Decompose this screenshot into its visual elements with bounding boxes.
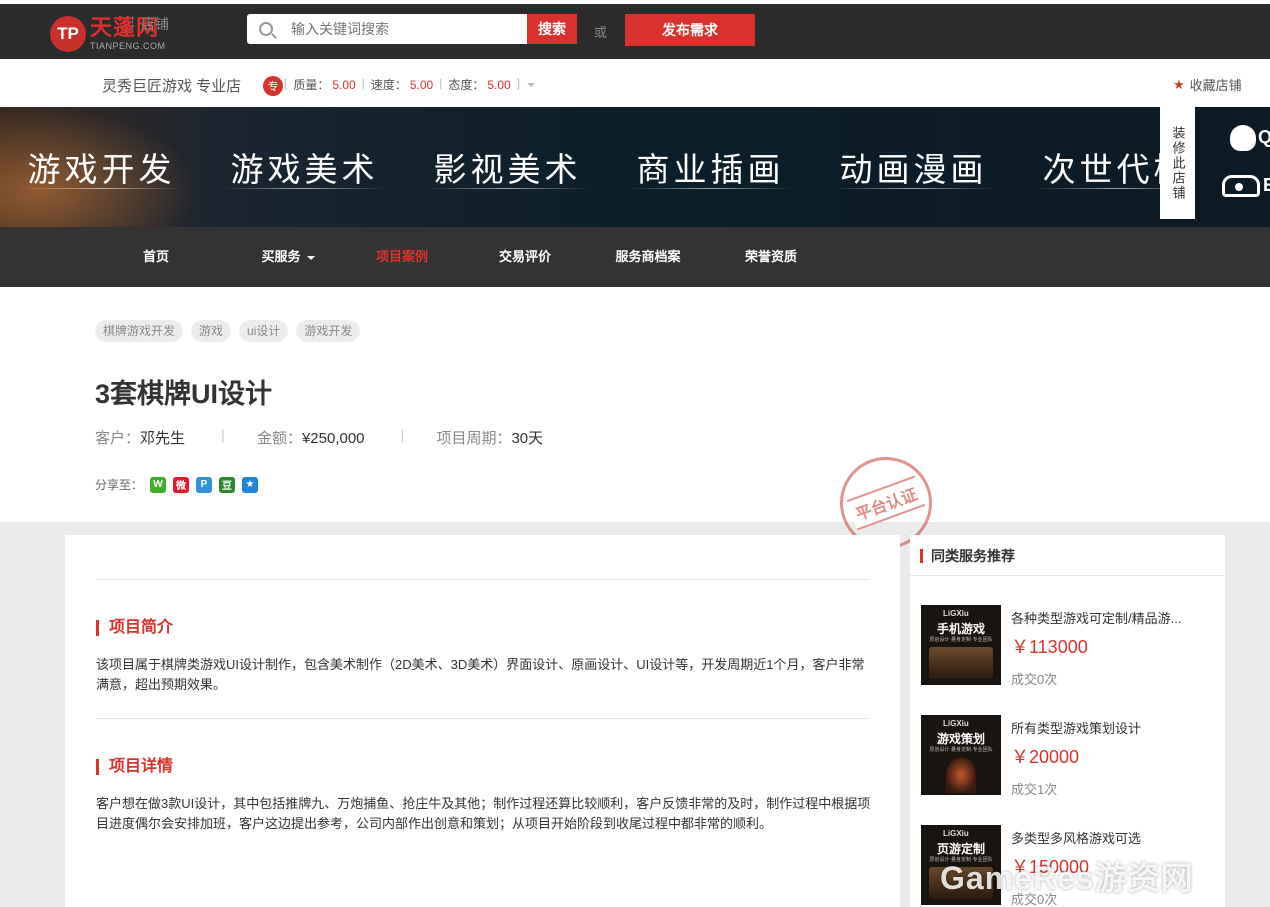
service-deals: 成交0次 bbox=[1011, 672, 1058, 687]
project-tags: 棋牌游戏开发 游戏 ui设计 游戏开发 bbox=[95, 320, 361, 342]
rating-quality: 质量： 5.00 bbox=[293, 78, 356, 92]
amount-info: 金额：¥250,000 bbox=[256, 430, 365, 447]
qq-contact[interactable]: Q bbox=[1258, 127, 1270, 148]
favorite-shop-label: 收藏店铺 bbox=[1189, 78, 1242, 93]
qzone-icon[interactable]: P bbox=[196, 476, 213, 493]
service-card[interactable]: LiGXiu 游戏策划 原创设计·量身定制·专业团队 所有类型游戏策划设计 ￥2… bbox=[921, 715, 1221, 797]
search-button[interactable]: 搜索 bbox=[527, 14, 577, 44]
shop-name[interactable]: 灵秀巨匠游戏 专业店 bbox=[102, 75, 241, 96]
tag-item[interactable]: 棋牌游戏开发 bbox=[95, 320, 184, 342]
tag-item[interactable]: 游戏开发 bbox=[296, 320, 361, 342]
shop-ratings: [ 质量： 5.00 | 速度： 5.00 | 态度： 5.00 ] bbox=[284, 76, 521, 92]
character-art bbox=[946, 757, 976, 793]
project-header: 棋牌游戏开发 游戏 ui设计 游戏开发 3套棋牌UI设计 客户：邓先生 | 金额… bbox=[0, 287, 1270, 562]
detail-title: 项目详情 bbox=[96, 759, 173, 775]
share-bar: 分享至： W 微 P 豆 ★ bbox=[95, 476, 259, 493]
decorate-shop-label: 装修此店铺 bbox=[1170, 125, 1186, 201]
or-text: 或 bbox=[594, 25, 608, 40]
qq-share-icon[interactable]: ★ bbox=[242, 476, 259, 493]
weibo-icon[interactable]: 微 bbox=[173, 476, 190, 493]
period-info: 项目周期：30天 bbox=[436, 430, 544, 447]
nav-project-cases[interactable]: 项目案例 bbox=[362, 227, 442, 287]
service-name[interactable]: 多类型多风格游戏可选 bbox=[1011, 828, 1211, 847]
project-title: 3套棋牌UI设计 bbox=[95, 379, 273, 409]
banner-item-film-art: 影视美术 bbox=[406, 107, 609, 227]
contact-panel: Q E bbox=[1200, 107, 1270, 227]
shop-banner: 游戏开发 游戏美术 影视美术 商业插画 动画漫画 次世代模 bbox=[0, 107, 1270, 227]
favorite-shop-button[interactable]: ★ 收藏店铺 bbox=[1173, 75, 1242, 94]
banner-item-game-dev: 游戏开发 bbox=[0, 107, 203, 227]
nav-honors[interactable]: 荣誉资质 bbox=[731, 227, 811, 287]
banner-item-animation: 动画漫画 bbox=[812, 107, 1015, 227]
service-name[interactable]: 所有类型游戏策划设计 bbox=[1011, 718, 1211, 737]
project-meta: 客户：邓先生 | 金额：¥250,000 | 项目周期：30天 bbox=[95, 427, 544, 447]
wechat-icon[interactable]: W bbox=[150, 476, 167, 493]
intro-title: 项目简介 bbox=[96, 620, 173, 636]
nav-provider-profile[interactable]: 服务商档案 bbox=[605, 227, 691, 287]
service-price: ￥20000 bbox=[1011, 747, 1080, 767]
pro-badge-icon: 专 bbox=[263, 76, 283, 96]
banner-item-illustration: 商业插画 bbox=[609, 107, 812, 227]
divider bbox=[96, 718, 868, 719]
similar-services-title: 同类服务推荐 bbox=[920, 549, 1015, 563]
shop-nav: 首页 买服务 项目案例 交易评价 服务商档案 荣誉资质 bbox=[0, 227, 1270, 287]
tag-item[interactable]: ui设计 bbox=[239, 320, 289, 342]
star-icon: ★ bbox=[1173, 76, 1185, 92]
douban-icon[interactable]: 豆 bbox=[219, 476, 236, 493]
service-card[interactable]: LiGXiu 手机游戏 原创设计·量身定制·专业团队 各种类型游戏可定制/精品游… bbox=[921, 605, 1221, 687]
phone-contact: E bbox=[1263, 175, 1270, 195]
service-deals: 成交1次 bbox=[1011, 782, 1058, 797]
detail-body: 客户想在做3款UI设计，其中包括推牌九、万炮捕鱼、抢庄牛及其他；制作过程还算比较… bbox=[96, 796, 871, 831]
shop-label: 店铺 bbox=[132, 16, 169, 32]
logo-icon: TP bbox=[50, 16, 86, 52]
nav-home[interactable]: 首页 bbox=[126, 227, 186, 287]
client-info: 客户：邓先生 bbox=[95, 430, 186, 447]
watermark: GameRes游资网 bbox=[940, 860, 1194, 896]
divider bbox=[96, 579, 868, 580]
nav-reviews[interactable]: 交易评价 bbox=[485, 227, 565, 287]
service-thumbnail[interactable]: LiGXiu 游戏策划 原创设计·量身定制·专业团队 bbox=[921, 715, 1001, 795]
similar-services-panel: 同类服务推荐 LiGXiu 手机游戏 原创设计·量身定制·专业团队 各种类型游戏… bbox=[910, 535, 1225, 907]
logo-domain: TIANPENG.COM bbox=[90, 41, 166, 51]
search-icon bbox=[259, 22, 273, 36]
intro-body: 该项目属于棋牌类游戏UI设计制作，包含美术制作（2D美术、3D美术）界面设计、原… bbox=[96, 657, 865, 692]
nav-buy-service[interactable]: 买服务 bbox=[248, 227, 328, 287]
publish-request-button[interactable]: 发布需求 bbox=[625, 14, 755, 46]
service-name[interactable]: 各种类型游戏可定制/精品游... bbox=[1011, 608, 1211, 627]
project-content: 项目简介 该项目属于棋牌类游戏UI设计制作，包含美术制作（2D美术、3D美术）界… bbox=[65, 535, 900, 907]
decorate-shop-button[interactable]: 装修此店铺 bbox=[1160, 107, 1195, 219]
rating-speed: 速度： 5.00 bbox=[370, 78, 434, 92]
chevron-down-icon bbox=[306, 255, 315, 260]
qq-icon[interactable] bbox=[1230, 125, 1256, 151]
tag-item[interactable]: 游戏 bbox=[191, 320, 232, 342]
ratings-dropdown-icon[interactable] bbox=[527, 83, 535, 87]
service-thumbnail[interactable]: LiGXiu 手机游戏 原创设计·量身定制·专业团队 bbox=[921, 605, 1001, 685]
banner-item-game-art: 游戏美术 bbox=[203, 107, 406, 227]
search-box[interactable] bbox=[247, 14, 527, 44]
phone-icon bbox=[1222, 175, 1260, 197]
service-price: ￥113000 bbox=[1011, 637, 1088, 657]
share-label: 分享至： bbox=[95, 478, 144, 492]
search-input[interactable] bbox=[291, 21, 511, 37]
phone-game-art bbox=[929, 647, 993, 679]
rating-attitude: 态度： 5.00 bbox=[448, 78, 511, 92]
shop-info-bar: 灵秀巨匠游戏 专业店 专 [ 质量： 5.00 | 速度： 5.00 | 态度： 5.… bbox=[0, 59, 1270, 107]
